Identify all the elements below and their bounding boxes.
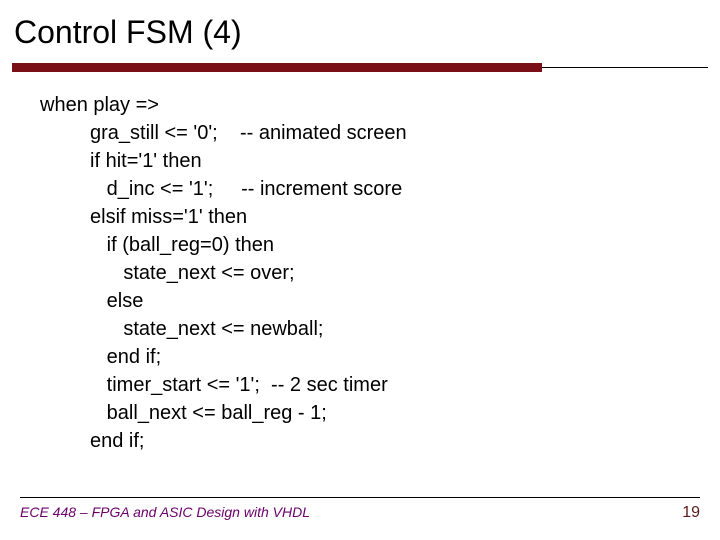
code-line: ball_next <= ball_reg - 1; [40, 399, 700, 427]
code-line: end if; [40, 343, 700, 371]
code-line: if hit='1' then [40, 147, 700, 175]
code-line: if (ball_reg=0) then [40, 231, 700, 259]
slide-title: Control FSM (4) [0, 0, 720, 61]
code-line: gra_still <= '0'; -- animated screen [40, 119, 700, 147]
code-line: elsif miss='1' then [40, 203, 700, 231]
code-line: when play => [40, 91, 700, 119]
code-line: d_inc <= '1'; -- increment score [40, 175, 700, 203]
code-line: else [40, 287, 700, 315]
title-rule [0, 61, 720, 73]
code-line: state_next <= newball; [40, 315, 700, 343]
footer-course: ECE 448 – FPGA and ASIC Design with VHDL [20, 504, 310, 520]
footer: ECE 448 – FPGA and ASIC Design with VHDL… [0, 497, 720, 522]
page-number: 19 [682, 504, 700, 522]
code-line: timer_start <= '1'; -- 2 sec timer [40, 371, 700, 399]
code-line: state_next <= over; [40, 259, 700, 287]
code-block: when play => gra_still <= '0'; -- animat… [40, 91, 700, 455]
code-line: end if; [40, 427, 700, 455]
